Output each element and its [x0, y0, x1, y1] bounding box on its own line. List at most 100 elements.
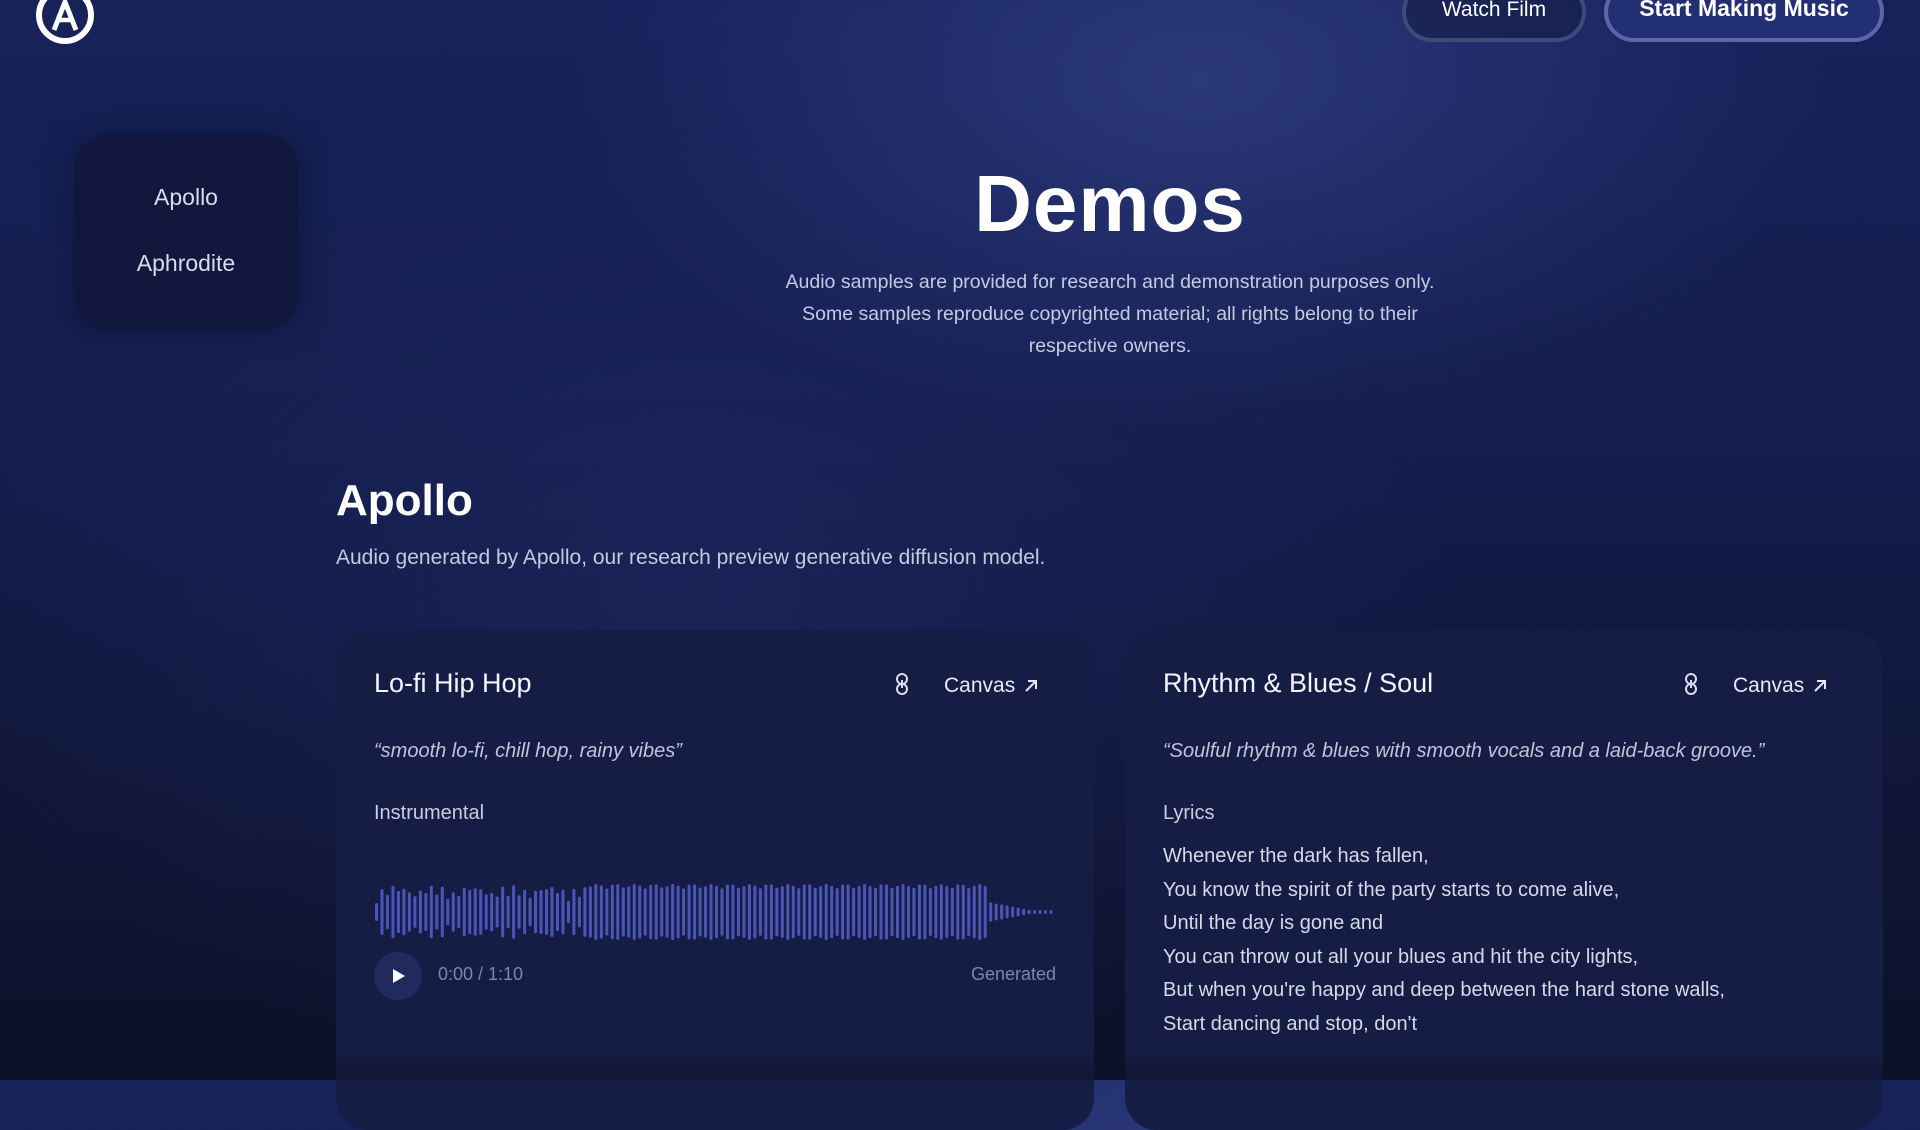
subtitle-line: Audio samples are provided for research … [785, 271, 1435, 293]
start-making-music-button[interactable]: Start Making Music [1604, 0, 1884, 42]
waveform-bar [808, 884, 812, 940]
waveform-bar [769, 884, 773, 940]
waveform-bar [643, 888, 647, 936]
waveform-bar [501, 886, 505, 938]
card-title: Rhythm & Blues / Soul [1163, 668, 1434, 698]
waveform-bar [632, 884, 636, 940]
waveform-bar [879, 884, 883, 940]
waveform-bar [923, 884, 927, 940]
waveform-bar [846, 884, 850, 940]
card-label: Instrumental [374, 802, 485, 824]
waveform-bar [693, 884, 697, 940]
waveform-bar [890, 887, 894, 937]
waveform-bar [1000, 904, 1004, 920]
waveform-bar [616, 884, 620, 940]
lyrics-block: Whenever the dark has fallen, You know t… [1163, 840, 1725, 1041]
waveform-bar [775, 887, 779, 937]
subtitle-line: Some samples reproduce copyrighted mater… [802, 303, 1418, 325]
waveform-bar [380, 889, 384, 935]
link-icon[interactable] [1683, 672, 1699, 696]
waveform-bar [440, 886, 444, 938]
waveform-bar [1044, 910, 1048, 914]
waveform-bar [391, 885, 395, 939]
lyric-line: Whenever the dark has fallen, [1163, 845, 1429, 867]
waveform-bar [665, 886, 669, 938]
waveform-bar [857, 885, 861, 939]
waveform-bar [939, 884, 943, 940]
waveform-bar [671, 884, 675, 940]
waveform-bar [375, 903, 379, 921]
canvas-link[interactable]: Canvas [1733, 674, 1828, 698]
waveform-bar [484, 894, 488, 930]
apollo-logo-icon[interactable] [36, 0, 94, 44]
waveform-bar [446, 898, 450, 926]
watch-film-label: Watch Film [1441, 0, 1547, 21]
arrow-up-right-icon [1025, 680, 1038, 692]
waveform-bar [797, 888, 801, 936]
waveform-bar [780, 886, 784, 938]
waveform-bar [1011, 906, 1015, 918]
sidebar-item-aphrodite[interactable]: Aphrodite [74, 250, 298, 277]
waveform-bar [917, 884, 921, 940]
waveform-bar [736, 887, 740, 937]
waveform-bar [1027, 909, 1031, 915]
play-button[interactable] [374, 952, 422, 1000]
waveform-bar [725, 884, 729, 940]
waveform-bar [950, 887, 954, 937]
waveform-bar [523, 889, 527, 935]
waveform-bar [885, 884, 889, 940]
waveform-bar [555, 892, 559, 932]
start-making-music-label: Start Making Music [1639, 0, 1849, 21]
waveform-bar [468, 889, 472, 935]
arrow-up-right-icon [1814, 680, 1827, 692]
waveform-bar [698, 887, 702, 937]
waveform-bar [961, 884, 965, 940]
waveform-bar [528, 897, 532, 927]
canvas-label: Canvas [1733, 674, 1805, 697]
waveform-bar [863, 884, 867, 940]
waveform-bar [945, 885, 949, 939]
generated-badge: Generated [970, 964, 1056, 984]
waveform-bar [473, 888, 477, 936]
waveform-bar [972, 885, 976, 939]
canvas-link[interactable]: Canvas [944, 674, 1039, 698]
waveform-bar [791, 885, 795, 939]
waveform-bar [715, 885, 719, 939]
waveform-bar [819, 886, 823, 938]
waveform-bar [407, 892, 411, 932]
audio-waveform[interactable] [374, 870, 1054, 954]
waveform-bar [605, 888, 609, 936]
waveform-bar [802, 884, 806, 940]
card-prompt: “smooth lo-fi, chill hop, rainy vibes” [374, 740, 682, 762]
page-subtitle: Audio samples are provided for research … [760, 266, 1460, 362]
play-icon [393, 969, 405, 983]
waveform-bar [627, 886, 631, 938]
waveform-bar [983, 886, 987, 938]
waveform-bar [989, 902, 993, 922]
waveform-bar [545, 888, 549, 936]
waveform-bar [451, 892, 455, 932]
waveform-bar [764, 884, 768, 940]
waveform-bar [457, 895, 461, 929]
waveform-bar [709, 884, 713, 940]
waveform-bar [396, 890, 400, 934]
waveform-bar [495, 896, 499, 928]
waveform-bar [1016, 907, 1020, 917]
waveform-bar [550, 887, 554, 937]
bottom-fade [0, 1050, 1920, 1080]
waveform-bar [753, 885, 757, 939]
waveform-bar [912, 887, 916, 937]
waveform-bar [577, 896, 581, 928]
lyric-line: Start dancing and stop, don't [1163, 1012, 1417, 1035]
waveform-bar [424, 893, 428, 931]
lyric-line: You know the spirit of the party starts … [1163, 878, 1620, 901]
logo-glyph [51, 0, 79, 31]
waveform-bar [1005, 905, 1009, 919]
waveform-bar [588, 886, 592, 938]
canvas-label: Canvas [944, 674, 1016, 697]
waveform-bar [978, 884, 982, 940]
link-icon[interactable] [894, 672, 910, 696]
waveform-bar [621, 887, 625, 937]
waveform-bar [786, 884, 790, 940]
watch-film-button[interactable]: Watch Film [1402, 0, 1586, 42]
